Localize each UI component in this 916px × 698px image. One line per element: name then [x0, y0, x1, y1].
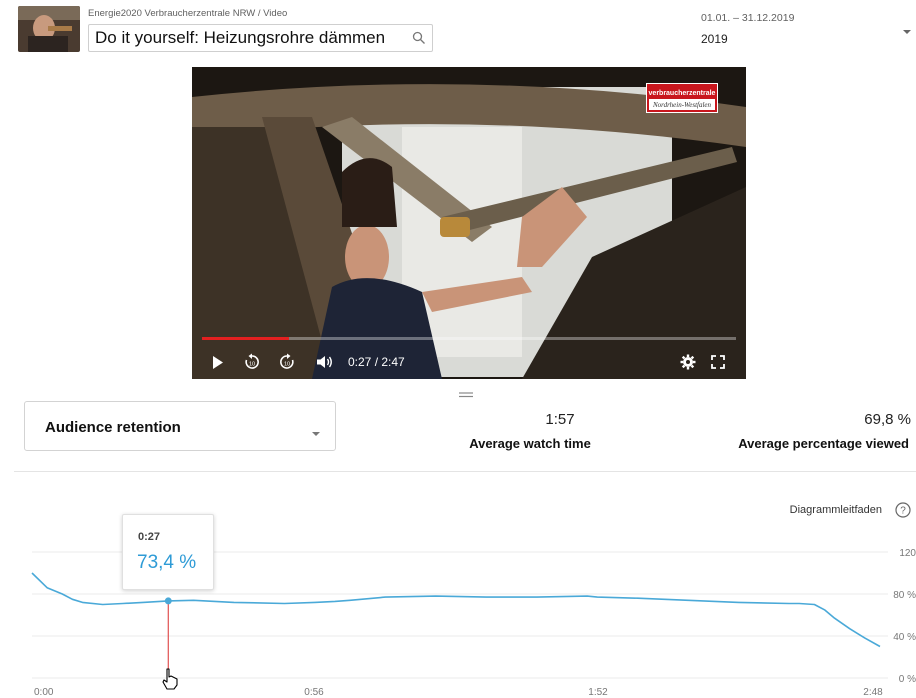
search-icon[interactable] [412, 31, 426, 45]
y-tick-label: 40 % [893, 632, 916, 643]
volume-icon[interactable] [314, 349, 334, 375]
avg-watch-time-label: Average watch time [469, 436, 591, 451]
settings-icon[interactable] [678, 349, 698, 375]
avg-percentage-viewed-value: 69,8 % [864, 411, 911, 428]
x-tick-label: 0:00 [34, 687, 54, 698]
svg-text:10: 10 [249, 362, 255, 368]
section-divider [14, 471, 916, 472]
tooltip-value: 73,4 % [137, 552, 197, 573]
forward-10-icon[interactable]: 10 [277, 349, 297, 375]
chevron-down-icon[interactable] [902, 22, 912, 40]
hand-cursor-icon [161, 668, 179, 695]
hover-point [164, 597, 172, 605]
x-tick-label: 1:52 [588, 687, 608, 698]
chevron-down-icon [311, 424, 321, 442]
svg-text:10: 10 [284, 362, 290, 368]
rewind-10-icon[interactable]: 10 [242, 349, 262, 375]
x-tick-label: 0:56 [304, 687, 324, 698]
time-readout-wrap: 0:27 / 2:47 [348, 349, 428, 375]
logo-line2: Nordrhein-Westfalen [652, 101, 712, 109]
video-progress-fill [202, 337, 289, 340]
y-tick-label: 0 % [899, 674, 916, 685]
period-selected[interactable]: 2019 [701, 32, 728, 46]
svg-text:?: ? [900, 506, 906, 517]
y-axis-labels: 120 80 % 40 % 0 % [893, 548, 916, 685]
x-tick-label: 2:48 [863, 687, 883, 698]
y-tick-label: 80 % [893, 590, 916, 601]
video-title: Do it yourself: Heizungsrohre dämmen [95, 28, 386, 47]
video-player[interactable]: verbraucherzentrale Nordrhein-Westfalen … [192, 67, 746, 379]
resize-handle-icon[interactable] [459, 385, 473, 398]
play-icon[interactable] [210, 349, 226, 375]
chart-tooltip: 0:27 73,4 % [122, 514, 214, 590]
video-selector[interactable]: Do it yourself: Heizungsrohre dämmen [88, 24, 433, 52]
date-range[interactable]: 01.01. – 31.12.2019 [701, 12, 794, 24]
metric-dropdown[interactable]: Audience retention [24, 401, 336, 451]
y-tick-label: 120 [899, 548, 916, 559]
video-progress-bar[interactable] [202, 337, 736, 340]
avg-percentage-viewed-label: Average percentage viewed [738, 436, 909, 451]
player-controls: 10 10 0:27 / 2:47 [192, 349, 746, 375]
brand-logo: verbraucherzentrale Nordrhein-Westfalen [646, 83, 718, 113]
metric-dropdown-label: Audience retention [45, 419, 181, 436]
help-icon[interactable]: ? [895, 502, 911, 523]
avg-watch-time-value: 1:57 [545, 411, 575, 428]
tooltip-time: 0:27 [138, 531, 161, 543]
chart-guide-link[interactable]: Diagrammleitfaden [790, 504, 882, 516]
logo-line1: verbraucherzentrale [649, 90, 716, 97]
time-readout: 0:27 / 2:47 [348, 355, 405, 369]
breadcrumb[interactable]: Energie2020 Verbraucherzentrale NRW / Vi… [88, 8, 287, 19]
channel-thumbnail[interactable] [18, 6, 80, 52]
fullscreen-icon[interactable] [708, 349, 728, 375]
